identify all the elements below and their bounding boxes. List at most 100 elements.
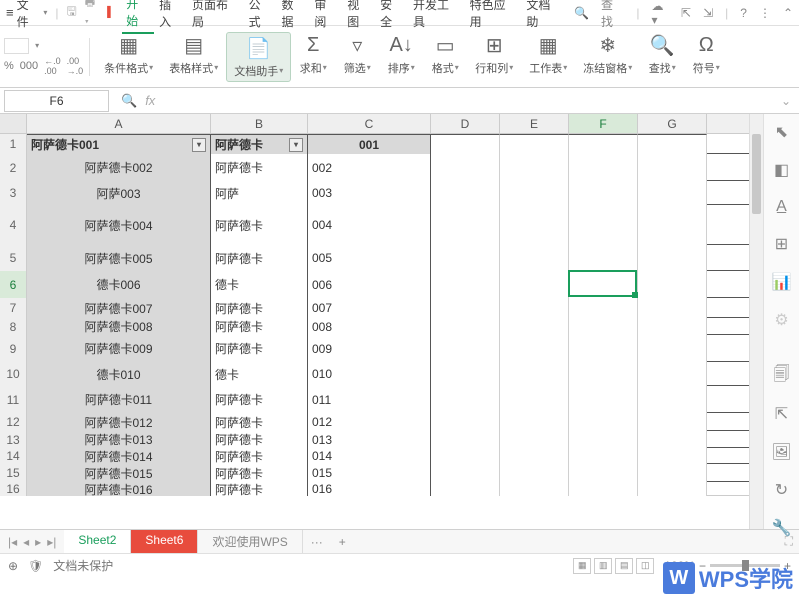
- cell-C2[interactable]: 002: [308, 154, 431, 181]
- zoom-in[interactable]: +: [784, 559, 791, 573]
- help-icon[interactable]: ?: [740, 6, 747, 20]
- export-icon[interactable]: ⇲: [703, 6, 713, 20]
- cell-D15[interactable]: [431, 464, 500, 482]
- cell-E16[interactable]: [500, 482, 569, 496]
- cell-C9[interactable]: 009: [308, 335, 431, 362]
- cell-G1[interactable]: [638, 134, 707, 154]
- cell-G7[interactable]: [638, 298, 707, 318]
- cell-C6[interactable]: 006: [308, 271, 431, 298]
- cell-B11[interactable]: 阿萨德卡: [211, 386, 308, 413]
- col-header-C[interactable]: C: [308, 114, 431, 133]
- row-header-16[interactable]: 16: [0, 482, 27, 496]
- select-all-corner[interactable]: [0, 114, 27, 133]
- dec-dec-btn[interactable]: .00→.0: [67, 56, 84, 76]
- cell-E13[interactable]: [500, 431, 569, 448]
- save-icon[interactable]: 🖫: [67, 2, 77, 23]
- settings-icon[interactable]: ⚙: [772, 310, 792, 330]
- cell-B14[interactable]: 阿萨德卡: [211, 448, 308, 464]
- col-header-D[interactable]: D: [431, 114, 500, 133]
- row-header-4[interactable]: 4: [0, 205, 27, 245]
- cell-D7[interactable]: [431, 298, 500, 318]
- collapse-icon[interactable]: ⌃: [783, 6, 793, 20]
- cell-A13[interactable]: 阿萨德卡013: [27, 431, 211, 448]
- view-normal[interactable]: ▦: [573, 558, 591, 574]
- row-header-8[interactable]: 8: [0, 318, 27, 335]
- cell-C5[interactable]: 005: [308, 245, 431, 271]
- cell-D13[interactable]: [431, 431, 500, 448]
- formula-input[interactable]: [163, 90, 773, 112]
- cell-A6[interactable]: 德卡006: [27, 271, 211, 298]
- row-header-14[interactable]: 14: [0, 448, 27, 464]
- tab-公式[interactable]: 公式: [245, 0, 277, 33]
- cell-F14[interactable]: [569, 448, 638, 464]
- cloud-icon[interactable]: ☁▾: [651, 0, 669, 27]
- cell-G12[interactable]: [638, 413, 707, 431]
- sheet-tab-欢迎使用WPS[interactable]: 欢迎使用WPS: [198, 530, 302, 553]
- dec-inc-btn[interactable]: ←.0.00: [44, 56, 61, 76]
- cell-F13[interactable]: [569, 431, 638, 448]
- ribbon-filter[interactable]: ▿筛选▾: [335, 32, 379, 82]
- cell-E10[interactable]: [500, 362, 569, 386]
- cell-G15[interactable]: [638, 464, 707, 482]
- ribbon-sort[interactable]: A↓排序▾: [379, 32, 423, 82]
- share2-icon[interactable]: ⇱: [772, 404, 792, 424]
- row-header-12[interactable]: 12: [0, 413, 27, 431]
- cell-C1[interactable]: 001: [308, 134, 431, 154]
- cell-C15[interactable]: 015: [308, 464, 431, 482]
- col-header-A[interactable]: A: [27, 114, 211, 133]
- cell-A3[interactable]: 阿萨003: [27, 181, 211, 205]
- tab-特色应用[interactable]: 特色应用: [466, 0, 522, 33]
- cell-B3[interactable]: 阿萨: [211, 181, 308, 205]
- cell-A16[interactable]: 阿萨德卡016: [27, 482, 211, 496]
- cell-A10[interactable]: 德卡010: [27, 362, 211, 386]
- cell-F7[interactable]: [569, 298, 638, 318]
- formula-expand-icon[interactable]: ⌄: [773, 94, 799, 108]
- tab-数据[interactable]: 数据: [278, 0, 310, 33]
- tab-开始[interactable]: 开始: [122, 0, 154, 34]
- cell-E4[interactable]: [500, 205, 569, 245]
- cell-B1[interactable]: 阿萨德卡▾: [211, 134, 308, 154]
- row-header-9[interactable]: 9: [0, 335, 27, 362]
- cell-F6[interactable]: [569, 271, 638, 298]
- cell-D2[interactable]: [431, 154, 500, 181]
- sheet-last-icon[interactable]: ▸|: [47, 535, 56, 549]
- menu-dots-icon[interactable]: ⊕: [8, 559, 18, 573]
- share-icon[interactable]: ⇱: [681, 6, 691, 20]
- sheet-prev-icon[interactable]: ◂: [23, 535, 29, 549]
- cell-A15[interactable]: 阿萨德卡015: [27, 464, 211, 482]
- cell-B13[interactable]: 阿萨德卡: [211, 431, 308, 448]
- cell-C8[interactable]: 008: [308, 318, 431, 335]
- zoom-out[interactable]: −: [699, 559, 706, 573]
- cell-G16[interactable]: [638, 482, 707, 496]
- cell-E7[interactable]: [500, 298, 569, 318]
- cell-C7[interactable]: 007: [308, 298, 431, 318]
- row-header-7[interactable]: 7: [0, 298, 27, 318]
- view-break[interactable]: ▤: [615, 558, 633, 574]
- percent-btn[interactable]: %: [4, 60, 14, 72]
- comma-btn[interactable]: 000: [20, 60, 38, 72]
- cell-D14[interactable]: [431, 448, 500, 464]
- ribbon-table-style[interactable]: ▤表格样式▾: [161, 32, 226, 82]
- cell-D6[interactable]: [431, 271, 500, 298]
- cell-E14[interactable]: [500, 448, 569, 464]
- cell-B9[interactable]: 阿萨德卡: [211, 335, 308, 362]
- cell-F16[interactable]: [569, 482, 638, 496]
- ribbon-find[interactable]: 🔍查找▾: [640, 32, 684, 82]
- cursor-icon[interactable]: ⬉: [772, 122, 792, 142]
- cell-E12[interactable]: [500, 413, 569, 431]
- search-icon[interactable]: 🔍: [574, 6, 589, 20]
- chart-icon[interactable]: 📊: [772, 272, 792, 292]
- cell-D8[interactable]: [431, 318, 500, 335]
- image-icon[interactable]: 🖼: [772, 442, 792, 462]
- row-header-2[interactable]: 2: [0, 154, 27, 181]
- cell-B5[interactable]: 阿萨德卡: [211, 245, 308, 271]
- print-icon[interactable]: 🖶▾: [85, 0, 99, 32]
- ribbon-worksheet[interactable]: ▦工作表▾: [521, 32, 575, 82]
- cell-B4[interactable]: 阿萨德卡: [211, 205, 308, 245]
- backup-icon[interactable]: 🗐: [772, 366, 792, 386]
- col-header-G[interactable]: G: [638, 114, 707, 133]
- col-header-F[interactable]: F: [569, 114, 638, 133]
- row-header-3[interactable]: 3: [0, 181, 27, 205]
- cell-D1[interactable]: [431, 134, 500, 154]
- cell-A14[interactable]: 阿萨德卡014: [27, 448, 211, 464]
